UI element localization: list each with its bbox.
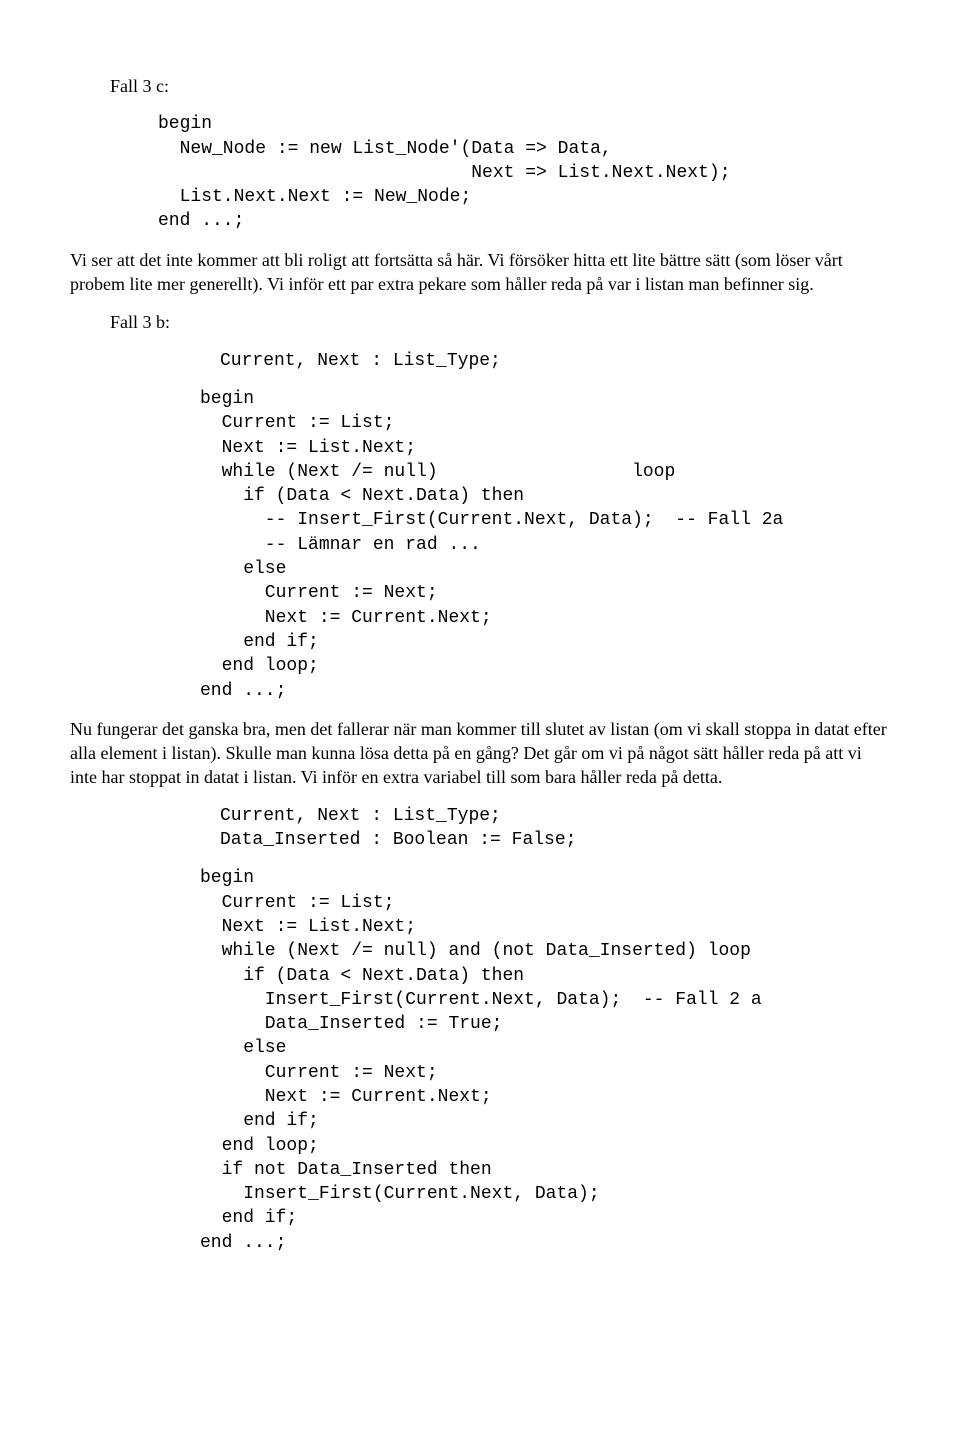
code-block-3-decl: Current, Next : List_Type; Data_Inserted… — [220, 804, 890, 853]
section-label-fall3b: Fall 3 b: — [110, 310, 890, 334]
code-block-2-body: begin Current := List; Next := List.Next… — [200, 387, 890, 703]
section-label-fall3c: Fall 3 c: — [110, 74, 890, 98]
code-block-1: begin New_Node := new List_Node'(Data =>… — [158, 112, 890, 233]
code-block-3-body: begin Current := List; Next := List.Next… — [200, 866, 890, 1255]
code-block-2-decl: Current, Next : List_Type; — [220, 349, 890, 373]
paragraph-1: Vi ser att det inte kommer att bli rolig… — [70, 248, 890, 297]
paragraph-2: Nu fungerar det ganska bra, men det fall… — [70, 717, 890, 790]
